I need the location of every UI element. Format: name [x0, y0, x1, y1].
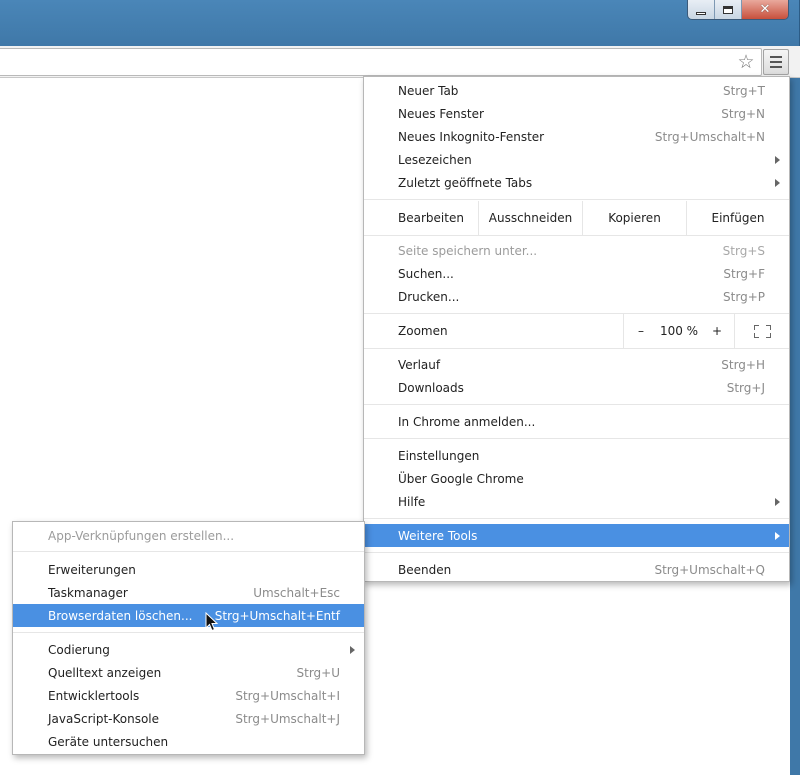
menu-separator	[13, 551, 364, 552]
zoom-row: Zoomen – 100 % +	[364, 314, 789, 348]
close-icon: ✕	[759, 2, 771, 17]
more-tools-submenu: App-Verknüpfungen erstellen... Erweiteru…	[12, 521, 365, 755]
submenu-arrow-icon	[775, 532, 780, 540]
menu-item-save-page: Seite speichern unter... Strg+S	[398, 243, 765, 258]
menu-separator	[364, 438, 789, 439]
copy-button[interactable]: Kopieren	[582, 201, 686, 235]
menu-separator	[364, 235, 789, 236]
menu-item-new-tab[interactable]: Neuer Tab Strg+T	[364, 79, 789, 102]
submenu-item-developer-tools[interactable]: Entwicklertools Strg+Umschalt+I	[13, 684, 364, 707]
menu-item-history[interactable]: Verlauf Strg+H	[364, 353, 789, 376]
menu-separator	[364, 348, 789, 349]
zoom-out-button[interactable]: –	[624, 324, 658, 338]
submenu-arrow-icon	[775, 156, 780, 164]
title-bar: ✕	[0, 0, 800, 46]
submenu-item-inspect-devices[interactable]: Geräte untersuchen	[13, 730, 364, 753]
address-bar[interactable]	[0, 48, 762, 76]
edit-row: Bearbeiten Ausschneiden Kopieren Einfüge…	[364, 201, 789, 235]
chrome-menu-button[interactable]	[763, 49, 789, 75]
submenu-item-encoding[interactable]: Codierung	[13, 638, 364, 661]
menu-item-find[interactable]: Suchen... Strg+F	[364, 262, 789, 285]
maximize-button[interactable]	[715, 0, 742, 19]
edit-label: Bearbeiten	[398, 211, 464, 225]
menu-separator	[364, 552, 789, 553]
menu-item-help[interactable]: Hilfe	[364, 490, 789, 513]
submenu-item-javascript-console[interactable]: JavaScript-Konsole Strg+Umschalt+J	[13, 707, 364, 730]
submenu-item-create-app-shortcuts: App-Verknüpfungen erstellen...	[48, 528, 235, 543]
submenu-arrow-icon	[775, 498, 780, 506]
bookmark-star-icon[interactable]: ☆	[736, 52, 756, 72]
chrome-main-menu: Neuer Tab Strg+T Neues Fenster Strg+N Ne…	[363, 76, 790, 582]
submenu-arrow-icon	[775, 179, 780, 187]
menu-separator	[13, 632, 364, 633]
menu-item-exit[interactable]: Beenden Strg+Umschalt+Q	[364, 558, 789, 581]
zoom-level: 100 %	[659, 324, 699, 338]
menu-item-bookmarks[interactable]: Lesezeichen	[364, 148, 789, 171]
menu-item-new-window[interactable]: Neues Fenster Strg+N	[364, 102, 789, 125]
submenu-item-extensions[interactable]: Erweiterungen	[13, 558, 364, 581]
minimize-icon	[696, 11, 706, 15]
window-right-border	[790, 78, 800, 775]
hamburger-icon	[770, 56, 782, 58]
minimize-button[interactable]	[688, 0, 715, 19]
zoom-in-button[interactable]: +	[700, 324, 734, 338]
fullscreen-button[interactable]	[734, 314, 789, 348]
paste-button[interactable]: Einfügen	[686, 201, 789, 235]
menu-item-recent-tabs[interactable]: Zuletzt geöffnete Tabs	[364, 171, 789, 194]
mouse-cursor-icon	[205, 612, 219, 632]
menu-item-downloads[interactable]: Downloads Strg+J	[364, 376, 789, 399]
submenu-item-view-source[interactable]: Quelltext anzeigen Strg+U	[13, 661, 364, 684]
menu-item-about[interactable]: Über Google Chrome	[364, 467, 789, 490]
fullscreen-icon	[753, 324, 771, 338]
close-button[interactable]: ✕	[742, 0, 788, 19]
submenu-arrow-icon	[350, 646, 355, 654]
maximize-icon	[723, 5, 733, 14]
menu-separator	[364, 518, 789, 519]
window-controls: ✕	[687, 0, 789, 20]
menu-separator	[364, 404, 789, 405]
cut-button[interactable]: Ausschneiden	[478, 201, 582, 235]
zoom-controls: – 100 % +	[623, 314, 734, 348]
submenu-item-task-manager[interactable]: Taskmanager Umschalt+Esc	[13, 581, 364, 604]
menu-separator	[364, 199, 789, 200]
menu-item-sign-in[interactable]: In Chrome anmelden...	[364, 410, 789, 433]
menu-item-more-tools[interactable]: Weitere Tools	[364, 524, 789, 547]
zoom-label: Zoomen	[398, 324, 448, 338]
menu-item-print[interactable]: Drucken... Strg+P	[364, 285, 789, 308]
menu-item-settings[interactable]: Einstellungen	[364, 444, 789, 467]
submenu-item-clear-browsing-data[interactable]: Browserdaten löschen... Strg+Umschalt+En…	[13, 604, 364, 627]
browser-toolbar: ☆	[0, 46, 800, 78]
menu-item-new-incognito-window[interactable]: Neues Inkognito-Fenster Strg+Umschalt+N	[364, 125, 789, 148]
